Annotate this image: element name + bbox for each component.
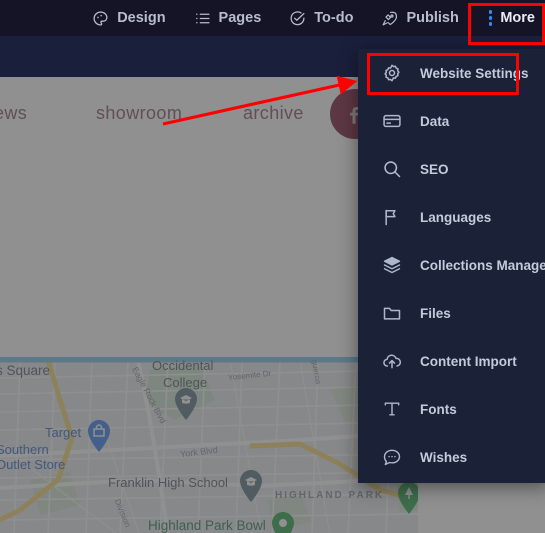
layers-icon bbox=[382, 255, 402, 275]
map-graphics bbox=[0, 360, 418, 533]
folder-icon bbox=[382, 303, 402, 323]
site-nav-link-news[interactable]: ews bbox=[0, 103, 27, 124]
site-nav-link-showroom[interactable]: showroom bbox=[96, 103, 182, 124]
text-t-icon bbox=[382, 399, 402, 419]
menu-label-languages: Languages bbox=[420, 209, 492, 225]
menu-item-collections-manager[interactable]: Collections Manager bbox=[358, 241, 545, 289]
toolbar-item-more[interactable]: More bbox=[473, 0, 545, 36]
more-dropdown-menu[interactable]: Website Settings Data SEO Languages Coll… bbox=[358, 49, 545, 483]
menu-label-files: Files bbox=[420, 305, 451, 321]
franklin-high-pin[interactable] bbox=[240, 470, 262, 502]
menu-item-content-import[interactable]: Content Import bbox=[358, 337, 545, 385]
editor-toolbar[interactable]: Design Pages To-do Publish More bbox=[0, 0, 545, 36]
list-icon bbox=[194, 10, 211, 27]
palette-icon bbox=[92, 10, 109, 27]
toolbar-label-publish: Publish bbox=[406, 10, 459, 26]
menu-item-seo[interactable]: SEO bbox=[358, 145, 545, 193]
menu-item-files[interactable]: Files bbox=[358, 289, 545, 337]
site-nav-link-archive[interactable]: archive bbox=[243, 103, 304, 124]
menu-item-data[interactable]: Data bbox=[358, 97, 545, 145]
highland-park-bowl-pin[interactable] bbox=[272, 512, 294, 533]
more-vertical-dots-icon bbox=[488, 10, 493, 26]
menu-label-content-import: Content Import bbox=[420, 353, 517, 369]
toolbar-label-pages: Pages bbox=[218, 10, 262, 26]
toolbar-item-design[interactable]: Design bbox=[78, 0, 179, 36]
menu-label-website-settings: Website Settings bbox=[420, 65, 529, 81]
target-pin[interactable] bbox=[88, 420, 110, 452]
flag-icon bbox=[382, 207, 402, 227]
occidental-college-pin[interactable] bbox=[175, 388, 197, 420]
toolbar-item-pages[interactable]: Pages bbox=[180, 0, 276, 36]
embedded-map[interactable]: s Square Occidental College Yosemite Dr … bbox=[0, 357, 418, 533]
toolbar-label-todo: To-do bbox=[314, 10, 354, 26]
card-icon bbox=[382, 111, 402, 131]
menu-item-website-settings[interactable]: Website Settings bbox=[358, 49, 545, 97]
menu-label-collections-manager: Collections Manager bbox=[420, 257, 545, 273]
menu-label-fonts: Fonts bbox=[420, 401, 457, 417]
menu-item-wishes[interactable]: Wishes bbox=[358, 433, 545, 481]
menu-label-wishes: Wishes bbox=[420, 449, 468, 465]
toolbar-item-publish[interactable]: Publish bbox=[367, 0, 472, 36]
menu-item-fonts[interactable]: Fonts bbox=[358, 385, 545, 433]
search-icon bbox=[382, 159, 402, 179]
menu-item-languages[interactable]: Languages bbox=[358, 193, 545, 241]
menu-label-seo: SEO bbox=[420, 161, 449, 177]
toolbar-label-design: Design bbox=[117, 10, 166, 26]
chat-bubble-icon bbox=[382, 447, 402, 467]
toolbar-item-todo[interactable]: To-do bbox=[275, 0, 367, 36]
check-circle-icon bbox=[289, 10, 306, 27]
toolbar-label-more: More bbox=[500, 10, 535, 26]
menu-label-data: Data bbox=[420, 113, 450, 129]
gear-icon bbox=[382, 63, 402, 83]
park-pin[interactable] bbox=[398, 482, 418, 514]
cloud-upload-icon bbox=[382, 351, 402, 371]
rocket-icon bbox=[381, 10, 398, 27]
